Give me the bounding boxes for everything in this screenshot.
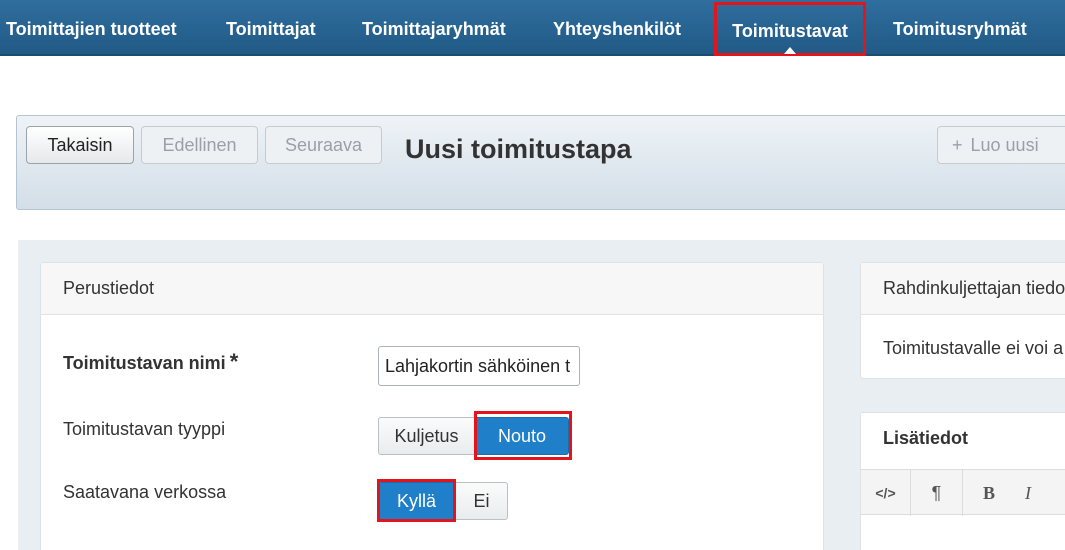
bold-icon[interactable]: B [963, 470, 1015, 516]
additional-info-panel: Lisätiedot </> ¶ B I [860, 412, 1065, 550]
name-field-label: Toimitustavan nimi * [63, 349, 238, 375]
nav-item-suppliers[interactable]: Toimittajat [226, 0, 316, 56]
basic-info-panel: Perustiedot Toimitustavan nimi* Toimitus… [40, 262, 824, 550]
create-new-label: Luo uusi [970, 135, 1039, 155]
next-button[interactable]: Seuraava [265, 126, 382, 164]
back-button[interactable]: Takaisin [26, 126, 134, 164]
top-nav: Toimittajien tuotteet Toimittajat Toimit… [0, 0, 1065, 56]
record-toolbar: Takaisin Edellinen Seuraava Uusi toimitu… [16, 115, 1065, 210]
carrier-info-panel: Rahdinkuljettajan tiedo Toimitustavalle … [860, 262, 1065, 379]
carrier-info-text: Toimitustavalle ei voi a [883, 338, 1064, 358]
content-area: Perustiedot Toimitustavan nimi* Toimitus… [18, 240, 1065, 550]
delivery-method-name-input[interactable] [378, 346, 580, 386]
previous-button[interactable]: Edellinen [141, 126, 258, 164]
required-marker: * [229, 349, 239, 374]
online-option-yes[interactable]: Kyllä [378, 482, 455, 520]
name-label-text: Toimitustavan nimi [63, 353, 226, 373]
type-option-delivery[interactable]: Kuljetus [378, 417, 475, 455]
page-title: Uusi toimitustapa [405, 134, 632, 164]
nav-item-label: Toimitustavat [732, 21, 848, 41]
panel-title: Lisätiedot [861, 413, 1065, 465]
nav-item-delivery-groups[interactable]: Toimitusryhmät [893, 0, 1027, 56]
panel-title: Rahdinkuljettajan tiedo [861, 263, 1065, 315]
active-caret-icon [784, 47, 796, 54]
nav-item-supplier-products[interactable]: Toimittajien tuotteet [6, 0, 177, 56]
plus-icon: + [952, 135, 963, 155]
italic-icon[interactable]: I [1011, 470, 1045, 516]
type-field-label: Toimitustavan tyyppi [63, 419, 226, 439]
nav-item-supplier-groups[interactable]: Toimittajaryhmät [362, 0, 506, 56]
online-field-label: Saatavana verkossa [63, 482, 227, 502]
type-option-pickup[interactable]: Nouto [475, 417, 569, 455]
code-view-icon[interactable]: </> [861, 470, 911, 516]
create-new-button[interactable]: + Luo uusi [937, 126, 1065, 164]
nav-item-delivery-methods[interactable]: Toimitustavat [714, 2, 866, 56]
nav-item-contacts[interactable]: Yhteyshenkilöt [553, 0, 681, 56]
online-option-no[interactable]: Ei [455, 482, 508, 520]
editor-toolbar: </> ¶ B I [861, 469, 1065, 516]
paragraph-icon[interactable]: ¶ [911, 470, 963, 516]
panel-title: Perustiedot [41, 263, 823, 315]
